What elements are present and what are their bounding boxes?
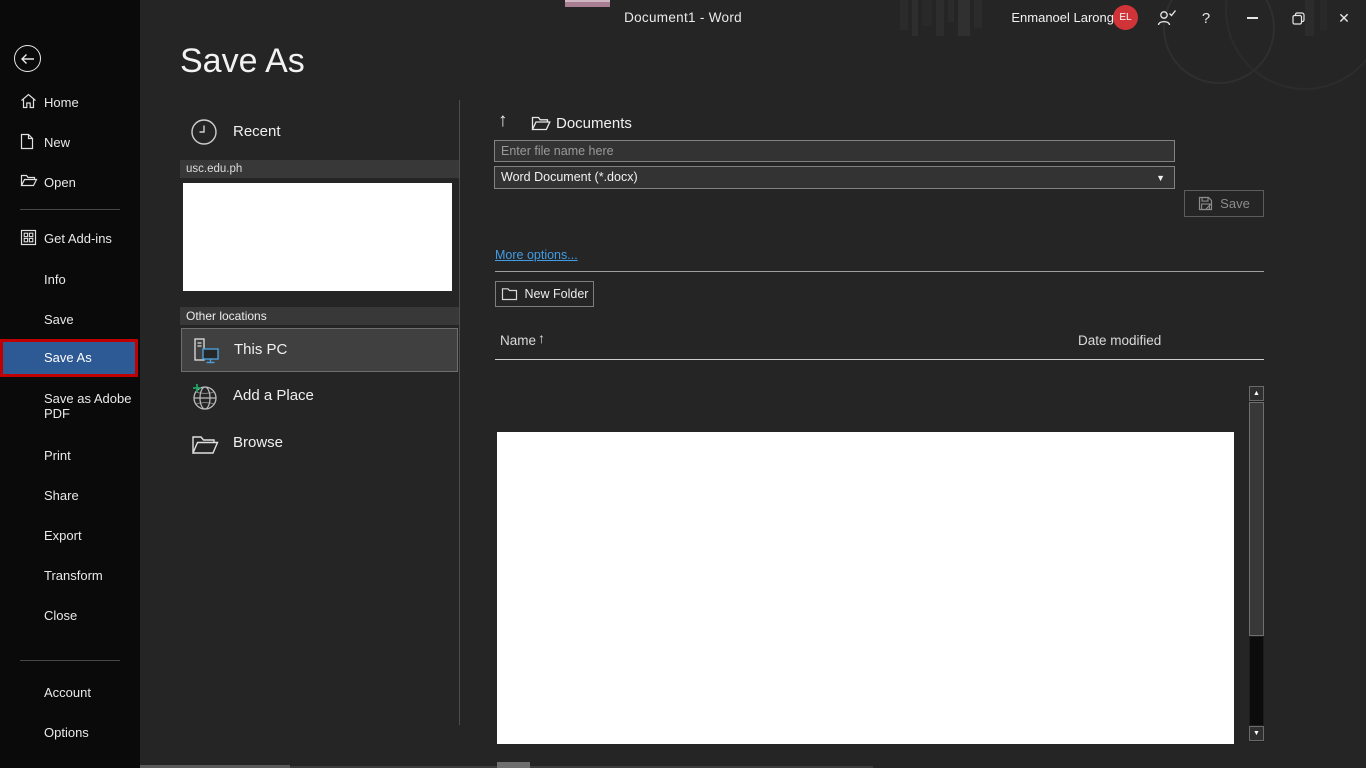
location-item-this-pc[interactable]: This PC: [181, 328, 458, 372]
sidebar-item-home[interactable]: Home: [0, 93, 140, 117]
minimize-icon[interactable]: [1241, 7, 1263, 29]
back-button[interactable]: [14, 45, 41, 72]
home-icon: [20, 93, 38, 111]
open-folder-icon: [20, 173, 38, 191]
save-as-label: Save As: [44, 350, 92, 365]
breadcrumb-folder-icon: [531, 115, 551, 132]
avatar[interactable]: EL: [1113, 5, 1138, 30]
sidebar-item-share[interactable]: Share: [0, 486, 140, 510]
sidebar-item-info[interactable]: Info: [0, 270, 140, 294]
account-user-name[interactable]: Enmanoel Larong: [1011, 10, 1114, 25]
back-arrow-icon: [21, 53, 34, 64]
navigate-up-icon[interactable]: ↑: [498, 110, 508, 132]
recent-label: Recent: [233, 123, 281, 140]
panel-separator: [459, 100, 460, 725]
save-button-label: Save: [1220, 196, 1250, 211]
add-a-place-globe-icon: [190, 382, 220, 412]
recent-item-usc-edu-ph[interactable]: usc.edu.ph: [180, 160, 459, 178]
add-a-place-label: Add a Place: [233, 387, 314, 404]
add-ins-grid-icon: [20, 229, 38, 247]
sidebar-item-export[interactable]: Export: [0, 526, 140, 550]
file-type-value: Word Document (*.docx): [501, 170, 638, 184]
recent-item-thumbnail: [183, 183, 452, 291]
sidebar-divider: [20, 660, 120, 661]
browse-label: Browse: [233, 434, 284, 451]
new-folder-label: New Folder: [524, 287, 589, 301]
sidebar-divider: [20, 209, 120, 210]
sidebar-item-open[interactable]: Open: [0, 173, 140, 197]
backstage-sidebar: Home New Open Get Add-ins Info Save Save…: [0, 0, 140, 768]
sidebar-item-save-as-adobe-pdf[interactable]: Save as Adobe PDF: [0, 389, 140, 425]
sidebar-item-account[interactable]: Account: [0, 683, 140, 707]
more-options-link[interactable]: More options...: [495, 248, 578, 262]
scrollbar-thumb[interactable]: [1249, 402, 1264, 636]
sidebar-item-close[interactable]: Close: [0, 606, 140, 630]
scrollbar-track[interactable]: [1250, 637, 1263, 725]
save-floppy-icon: [1198, 196, 1213, 211]
document-preview-page: [497, 432, 1234, 744]
divider: [495, 359, 1264, 360]
sidebar-item-save-as-selected[interactable]: Save As: [0, 339, 138, 377]
sidebar-item-options[interactable]: Options: [0, 723, 140, 747]
new-document-icon: [20, 133, 38, 151]
other-locations-header: Other locations: [180, 307, 459, 325]
chevron-down-icon: ▼: [1156, 173, 1165, 183]
help-icon[interactable]: ?: [1195, 7, 1217, 29]
file-name-input[interactable]: [494, 140, 1175, 162]
location-item-add-a-place[interactable]: Add a Place: [181, 375, 458, 419]
sidebar-item-save[interactable]: Save: [0, 310, 140, 334]
sidebar-item-transform[interactable]: Transform: [0, 566, 140, 590]
vertical-scrollbar[interactable]: ▲ ▼: [1249, 386, 1264, 742]
save-button[interactable]: Save: [1184, 190, 1264, 217]
this-pc-label: This PC: [234, 341, 288, 358]
sidebar-item-print[interactable]: Print: [0, 446, 140, 470]
close-icon[interactable]: ✕: [1333, 7, 1355, 29]
browse-folder-icon: [190, 429, 220, 459]
page-title: Save As: [180, 42, 305, 80]
new-folder-button[interactable]: New Folder: [495, 281, 594, 307]
sort-ascending-icon: ↑: [538, 330, 545, 346]
location-item-browse[interactable]: Browse: [181, 422, 458, 466]
scroll-up-button[interactable]: ▲: [1249, 386, 1264, 401]
presenter-person-icon[interactable]: [1156, 7, 1178, 29]
file-type-dropdown[interactable]: Word Document (*.docx) ▼: [494, 166, 1175, 189]
sidebar-item-get-add-ins[interactable]: Get Add-ins: [0, 229, 140, 253]
this-pc-icon: [191, 336, 221, 366]
scroll-down-button[interactable]: ▼: [1249, 726, 1264, 741]
sidebar-item-new[interactable]: New: [0, 133, 140, 157]
column-header-name[interactable]: Name: [500, 333, 536, 348]
titlebar: Document1 - Word Enmanoel Larong EL ? ✕: [0, 0, 1366, 36]
word-backstage-window: Document1 - Word Enmanoel Larong EL ? ✕: [0, 0, 1366, 768]
new-folder-icon: [501, 287, 518, 301]
breadcrumb[interactable]: Documents: [556, 115, 632, 132]
clock-icon: [190, 118, 218, 146]
bottom-edge-artifact: [497, 762, 530, 768]
divider: [495, 271, 1264, 272]
column-header-date-modified[interactable]: Date modified: [1078, 333, 1161, 348]
restore-icon[interactable]: [1287, 7, 1309, 29]
